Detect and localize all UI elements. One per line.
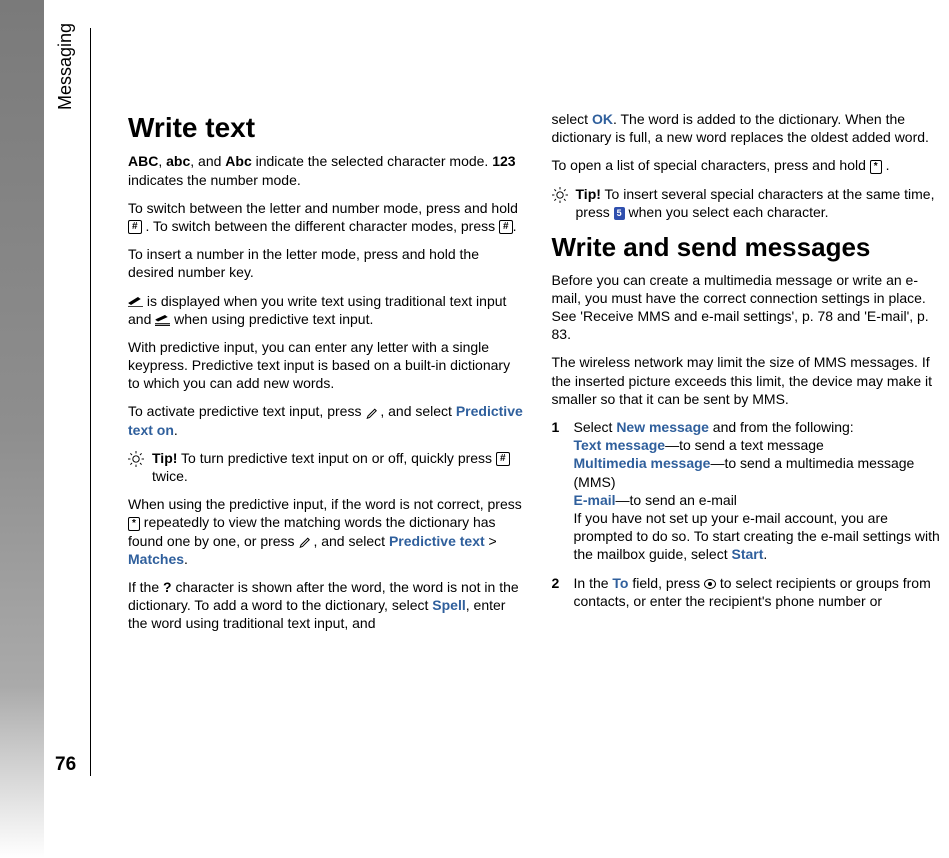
- text: . To switch between the different charac…: [145, 218, 499, 234]
- text: , and select: [313, 533, 389, 549]
- text: >: [485, 533, 497, 549]
- tip-special-chars: Tip! To insert several special character…: [552, 185, 948, 221]
- para-question-mark: If the ? character is shown after the wo…: [128, 578, 524, 633]
- tip-icon: [552, 185, 568, 203]
- page-number: 76: [55, 754, 76, 776]
- pencil-underline-icon: [155, 311, 170, 327]
- link-matches: Matches: [128, 551, 184, 567]
- para-input-icons: is displayed when you write text using t…: [128, 292, 524, 328]
- text: when using predictive text input.: [170, 311, 373, 327]
- text: select: [552, 111, 592, 127]
- text: .: [886, 157, 890, 173]
- text: —to send a text message: [665, 437, 824, 453]
- tip-predictive-toggle: Tip! To turn predictive text input on or…: [128, 449, 524, 485]
- pencil-icon: [128, 293, 143, 309]
- link-spell: Spell: [432, 597, 465, 613]
- text: field, press: [629, 575, 704, 591]
- link-text-message: Text message: [574, 437, 666, 453]
- text: indicate the selected character mode.: [252, 153, 492, 169]
- text: .: [513, 218, 517, 234]
- para-activate-predictive: To activate predictive text input, press…: [128, 402, 524, 438]
- edit-key-icon: [298, 533, 313, 549]
- question-mark: ?: [163, 579, 172, 595]
- text: To switch between the letter and number …: [128, 200, 518, 216]
- link-email: E-mail: [574, 492, 616, 508]
- label-abc-mixed: Abc: [225, 153, 251, 169]
- text: indicates the number mode.: [128, 172, 301, 188]
- text: In the: [574, 575, 613, 591]
- link-predictive-text: Predictive text: [389, 533, 485, 549]
- heading-write-send-messages: Write and send messages: [552, 231, 948, 265]
- hash-key-icon: #: [496, 452, 510, 466]
- link-start: Start: [731, 546, 763, 562]
- star-key-icon: *: [870, 160, 882, 174]
- text: .: [184, 551, 188, 567]
- text: When using the predictive input, if the …: [128, 496, 522, 512]
- link-new-message: New message: [616, 419, 709, 435]
- hash-key-icon: #: [499, 220, 513, 234]
- text: twice.: [152, 468, 188, 484]
- tip-icon: [128, 449, 144, 467]
- tip-label: Tip!: [152, 450, 177, 466]
- para-predictive-explain: With predictive input, you can enter any…: [128, 338, 524, 393]
- text: .: [763, 546, 767, 562]
- para-special-chars: To open a list of special characters, pr…: [552, 156, 948, 174]
- text: when you select each character.: [625, 204, 829, 220]
- hash-key-icon: #: [128, 220, 142, 234]
- label-abc-lower: abc: [166, 153, 190, 169]
- link-to-field: To: [612, 575, 628, 591]
- chapter-label: Messaging: [55, 23, 76, 110]
- step-number: 2: [552, 574, 560, 592]
- para-mms-limit: The wireless network may limit the size …: [552, 353, 948, 408]
- heading-write-text: Write text: [128, 110, 524, 146]
- page-content: Write text ABC, abc, and Abc indicate th…: [128, 110, 947, 858]
- text: To turn predictive text input on or off,…: [177, 450, 496, 466]
- para-character-mode: ABC, abc, and Abc indicate the selected …: [128, 152, 524, 188]
- text: .: [174, 422, 178, 438]
- label-abc-upper: ABC: [128, 153, 158, 169]
- step-2: 2 In the To field, press to select recip…: [552, 574, 948, 610]
- step-1: 1 Select New message and from the follow…: [552, 418, 948, 564]
- text: and from the following:: [709, 419, 854, 435]
- para-insert-number: To insert a number in the letter mode, p…: [128, 245, 524, 281]
- text: Select: [574, 419, 617, 435]
- five-key-icon: 5: [614, 207, 625, 220]
- text: If the: [128, 579, 163, 595]
- tip-label: Tip!: [576, 186, 601, 202]
- text: To activate predictive text input, press: [128, 403, 365, 419]
- column-right: select OK. The word is added to the dict…: [552, 110, 948, 858]
- scroll-key-icon: [704, 579, 716, 589]
- text: —to send an e-mail: [616, 492, 737, 508]
- label-123: 123: [492, 153, 515, 169]
- para-switch-mode: To switch between the letter and number …: [128, 199, 524, 235]
- text: To open a list of special characters, pr…: [552, 157, 870, 173]
- para-select-ok: select OK. The word is added to the dict…: [552, 110, 948, 146]
- page-gradient-sidebar: [0, 0, 44, 858]
- link-multimedia-message: Multimedia message: [574, 455, 711, 471]
- text: , and: [190, 153, 225, 169]
- step-number: 1: [552, 418, 560, 436]
- edit-key-icon: [365, 403, 380, 419]
- para-word-not-correct: When using the predictive input, if the …: [128, 495, 524, 568]
- page-margin-rule: [90, 28, 91, 776]
- text: ,: [158, 153, 166, 169]
- column-left: Write text ABC, abc, and Abc indicate th…: [128, 110, 524, 858]
- para-connection-settings: Before you can create a multimedia messa…: [552, 271, 948, 344]
- star-key-icon: *: [128, 517, 140, 531]
- text: , and select: [380, 403, 456, 419]
- link-ok: OK: [592, 111, 613, 127]
